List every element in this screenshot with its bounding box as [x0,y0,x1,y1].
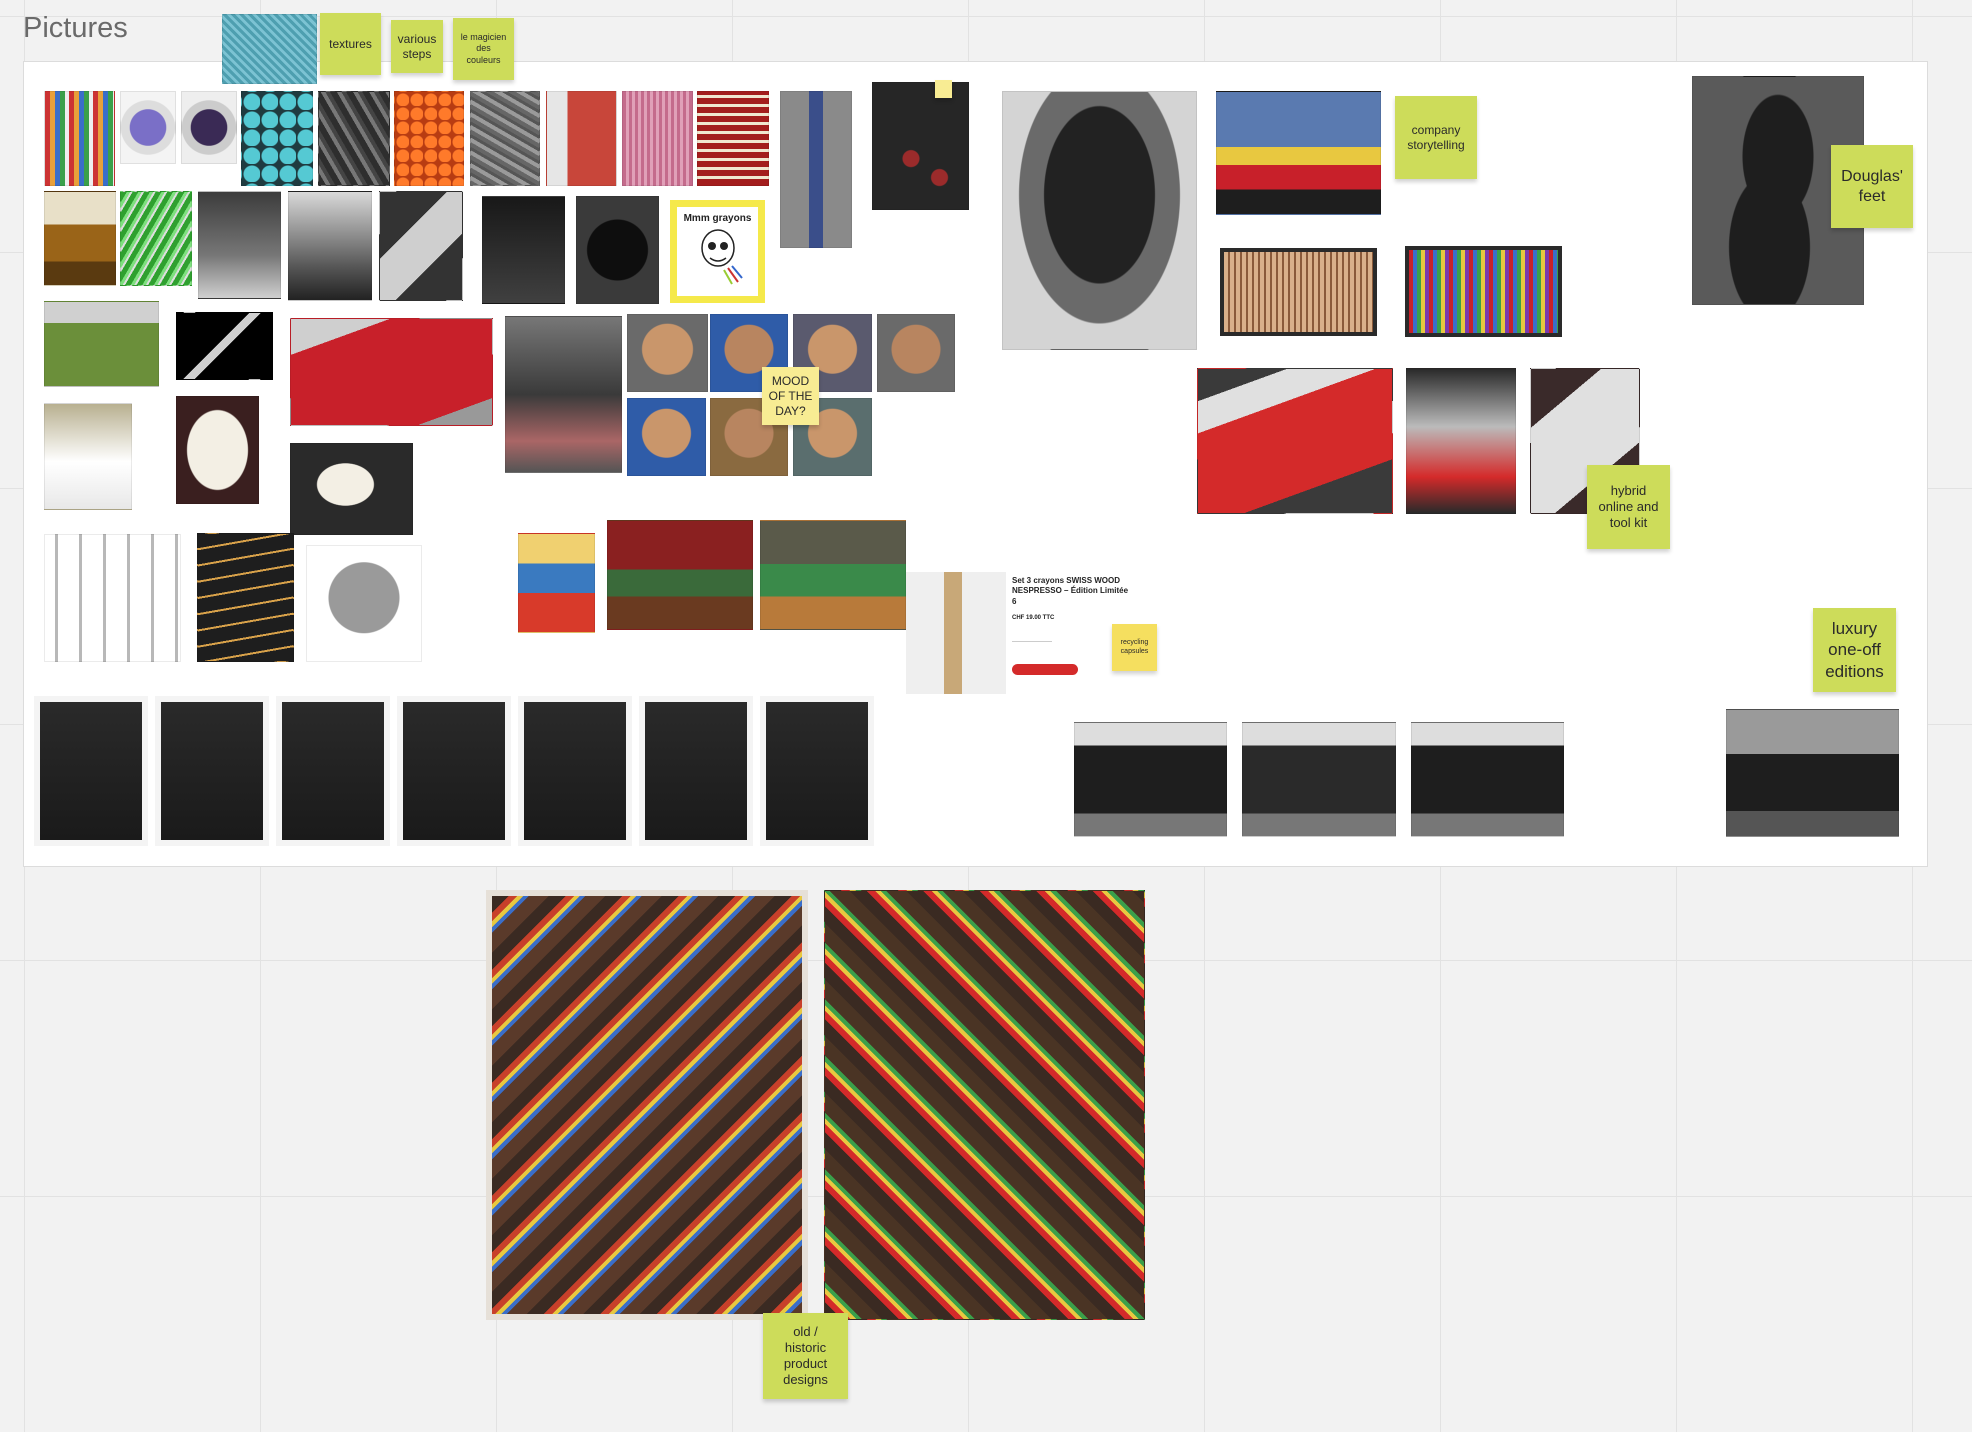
white-case-image[interactable] [176,396,259,504]
process-poster-5-image[interactable] [518,696,632,846]
puppet-scene-image[interactable] [760,520,906,630]
pen-on-black-image[interactable] [176,312,273,380]
vintage-poster-image[interactable] [518,533,595,633]
process-poster-1-image[interactable] [34,696,148,846]
grey-scraps-image[interactable] [470,91,540,186]
octagon-pen-case-image[interactable] [576,196,659,304]
process-poster-3-image[interactable] [276,696,390,846]
puppet-face-4-image[interactable] [877,314,955,392]
decorated-pen-image[interactable] [379,191,463,301]
red-blocks-image[interactable] [546,91,617,186]
magicien-sticky[interactable]: le magicien des couleurs [453,18,514,80]
patterned-tin-image[interactable] [1406,368,1516,514]
quantity-stepper[interactable] [1012,634,1052,642]
process-poster-6-image[interactable] [639,696,753,846]
meme-caption: Mmm grayons [683,213,752,224]
green-pencils-image[interactable] [120,191,192,286]
texture-image[interactable] [222,14,317,84]
luxury-display-room-image[interactable] [1726,709,1899,837]
historic-pencil-showcase-right-image[interactable] [824,890,1145,1320]
add-to-cart-button[interactable] [1012,664,1078,675]
red-pencil-stack-image[interactable] [697,91,769,186]
textures-sticky[interactable]: textures [320,13,381,75]
alien-face-icon [700,229,743,285]
red-info-plaque-image[interactable] [290,318,493,426]
fountain-pen-image[interactable] [780,91,852,248]
open-white-case-image[interactable] [290,443,413,535]
pencil-portrait-artwork-image[interactable] [1002,91,1197,350]
turquoise-discs-image[interactable] [241,91,313,186]
pencil-tin-natural-image[interactable] [1220,248,1377,336]
old-historic-sticky[interactable]: old / historic product designs [763,1313,848,1399]
orange-shavings-image[interactable] [394,91,464,186]
mood-of-the-day-sticky[interactable]: MOOD OF THE DAY? [762,367,819,425]
purple-pigment-bowl-image[interactable] [120,91,176,164]
puppet-face-5-image[interactable] [627,398,706,476]
process-poster-4-image[interactable] [397,696,511,846]
luxury-editions-sticky[interactable]: luxury one-off editions [1813,608,1896,692]
company-storytelling-sticky[interactable]: company storytelling [1395,96,1477,179]
puppet-face-1-image[interactable] [627,314,708,392]
black-pencil-display-image[interactable] [197,533,294,662]
pen-holder-image[interactable] [44,403,132,510]
pencil-leads-image[interactable] [318,91,390,186]
product-price: CHF 19.00 TTC [1012,615,1055,621]
product-thumbnail-image[interactable] [906,572,1006,694]
colored-pencils-image[interactable] [44,91,115,186]
luxury-house-box-3-image[interactable] [1411,722,1564,837]
vintage-tin-box-image[interactable] [1216,91,1381,215]
dark-pigment-bowl-image[interactable] [181,91,237,164]
workshop-machine-image[interactable] [198,191,281,299]
historic-pencil-showcase-left-image[interactable] [486,890,808,1320]
puppet-room-image[interactable] [607,520,753,630]
green-machine-image[interactable] [44,301,159,387]
hybrid-toolkit-sticky[interactable]: hybrid online and tool kit [1587,465,1670,549]
pen-box-display-image[interactable] [482,196,565,304]
various-steps-sticky[interactable]: various steps [391,20,443,73]
luxury-house-box-2-image[interactable] [1242,722,1396,837]
pen-lineup-image[interactable] [44,534,181,662]
puppet-figures-image[interactable] [505,316,622,473]
small-blank-sticky[interactable] [935,80,952,98]
frame-title[interactable]: Pictures [23,12,128,45]
process-poster-2-image[interactable] [155,696,269,846]
douglas-feet-sticky[interactable]: Douglas' feet [1831,145,1913,228]
red-tin-in-hand-image[interactable] [1197,368,1393,514]
workshop-desk-image[interactable] [288,191,372,301]
nespresso-product-card[interactable]: Set 3 crayons SWISS WOOD NESPRESSO – Édi… [906,572,1146,694]
wood-cutaway-image[interactable] [44,191,116,286]
pink-crayons-image[interactable] [622,91,693,186]
process-poster-7-image[interactable] [760,696,874,846]
pencil-tin-colors-image[interactable] [1405,246,1562,337]
luxury-house-box-1-image[interactable] [1074,722,1227,837]
product-title: Set 3 crayons SWISS WOOD NESPRESSO – Édi… [1012,576,1129,606]
recycling-capsules-sticky[interactable]: recycling capsules [1112,624,1157,671]
sharpener-machine-image[interactable] [306,545,422,662]
shoes-floor-image[interactable] [872,82,969,210]
mmm-grayons-meme[interactable]: Mmm grayons [670,200,765,303]
